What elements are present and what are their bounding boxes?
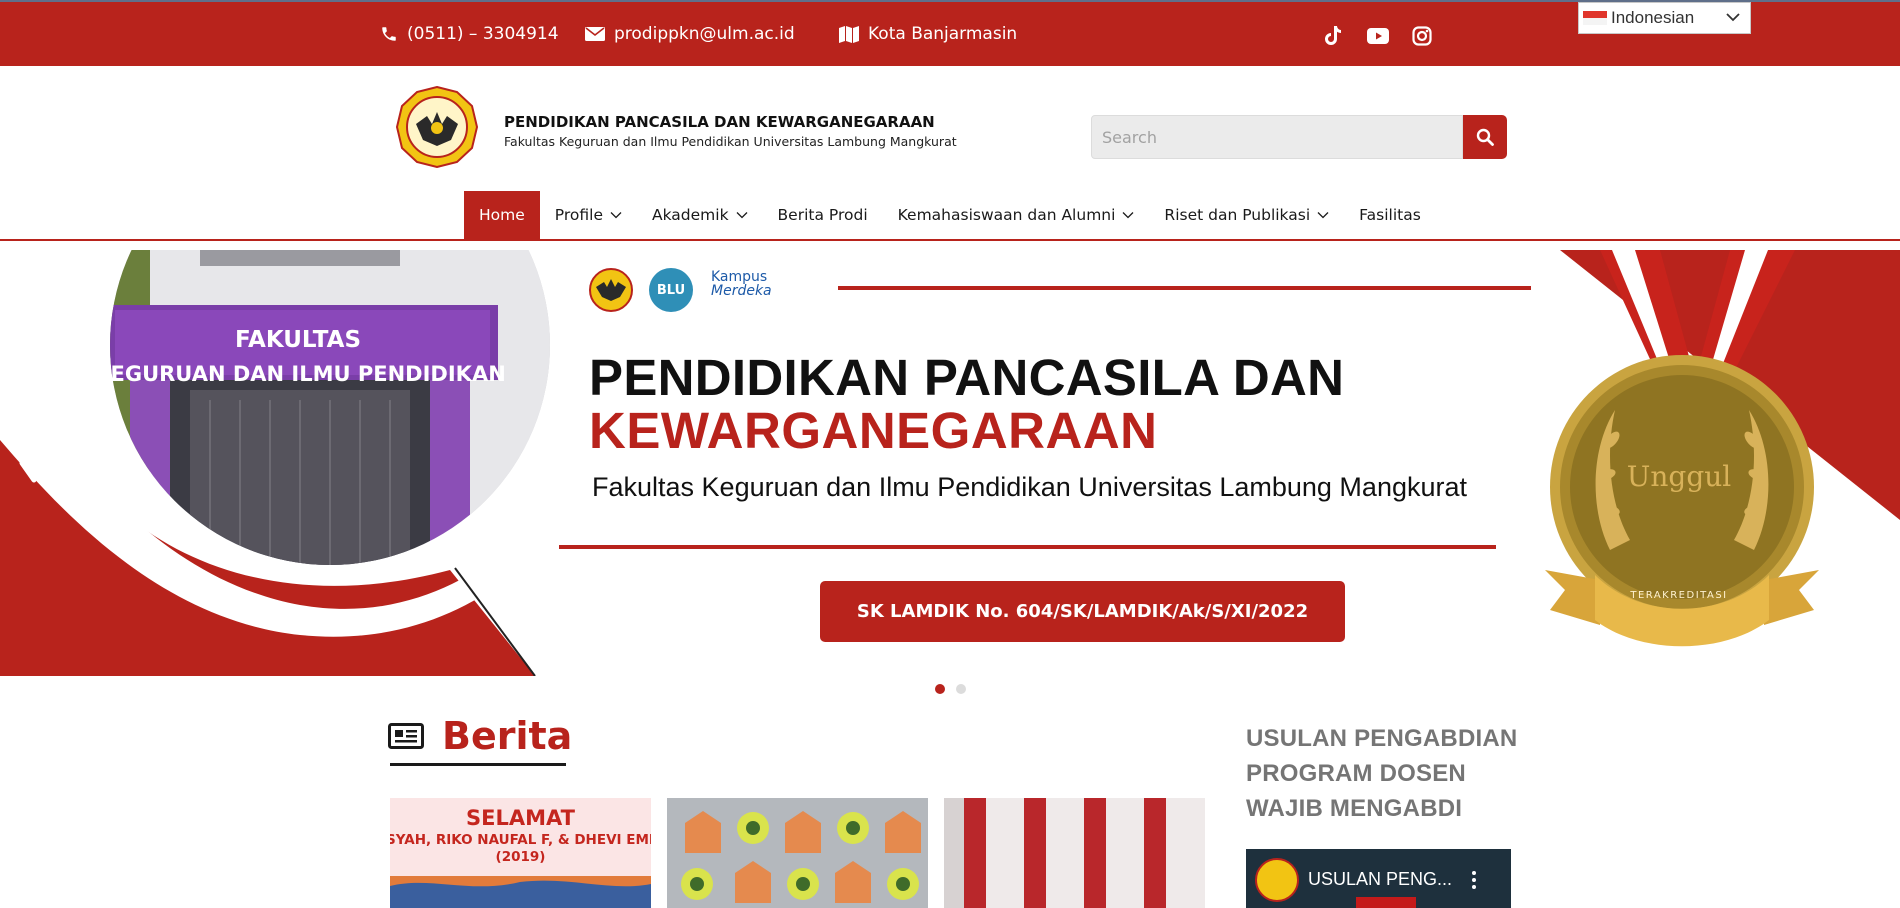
- hero-subtitle: Fakultas Keguruan dan Ilmu Pendidikan Un…: [592, 472, 1467, 502]
- kampus-merdeka-logo: Kampus Merdeka: [711, 270, 781, 298]
- map-icon: [839, 26, 859, 43]
- ulm-logo: [589, 268, 633, 312]
- contact-location[interactable]: Kota Banjarmasin: [839, 22, 1017, 46]
- accreditation-button[interactable]: SK LAMDIK No. 604/SK/LAMDIK/Ak/S/XI/2022: [820, 581, 1345, 642]
- nav-akademik[interactable]: Akademik: [637, 191, 763, 239]
- news-card-1-image: [390, 876, 651, 908]
- nav-divider: [0, 239, 1900, 241]
- page: (0511) – 3304914 prodippkn@ulm.ac.id Kot…: [0, 0, 1900, 908]
- phone-icon: [382, 27, 396, 41]
- tiktok-link[interactable]: [1322, 24, 1346, 48]
- slider-dot-1[interactable]: [935, 684, 945, 694]
- hero-title-line1: PENDIDIKAN PANCASILA DAN: [589, 349, 1345, 406]
- university-logo[interactable]: [396, 86, 478, 168]
- indonesia-flag-icon: [1583, 11, 1607, 25]
- news-header: Berita: [388, 714, 572, 758]
- contact-email[interactable]: prodippkn@ulm.ac.id: [585, 22, 795, 46]
- location-text: Kota Banjarmasin: [868, 24, 1018, 44]
- instagram-link[interactable]: [1410, 24, 1434, 48]
- site-title[interactable]: PENDIDIKAN PANCASILA DAN KEWARGANEGARAAN: [504, 113, 935, 131]
- site-subtitle: Fakultas Keguruan dan Ilmu Pendidikan Un…: [504, 134, 957, 149]
- nav-riset[interactable]: Riset dan Publikasi: [1149, 191, 1344, 239]
- news-card-2[interactable]: [667, 798, 928, 908]
- slider-prev-button[interactable]: [14, 444, 38, 480]
- nav-kemahasiswaan[interactable]: Kemahasiswaan dan Alumni: [883, 191, 1150, 239]
- email-text: prodippkn@ulm.ac.id: [614, 24, 795, 44]
- slider-dots: [935, 684, 966, 694]
- hero-title-line2: KEWARGANEGARAAN: [589, 402, 1158, 459]
- top-bar: (0511) – 3304914 prodippkn@ulm.ac.id Kot…: [0, 0, 1900, 66]
- search-input[interactable]: [1091, 115, 1463, 159]
- nav-berita-prodi[interactable]: Berita Prodi: [763, 191, 883, 239]
- news-title-underline: [390, 763, 566, 766]
- news-card-3[interactable]: [944, 798, 1205, 908]
- phone-text: (0511) – 3304914: [407, 24, 559, 44]
- news-card-1[interactable]: SELAMAT SYAH, RIKO NAUFAL F, & DHEVI EMI…: [390, 798, 651, 908]
- news-card-1-line2: SYAH, RIKO NAUFAL F, & DHEVI EMI: [390, 832, 651, 848]
- nav-riset-label: Riset dan Publikasi: [1164, 206, 1311, 224]
- video-embed[interactable]: USULAN PENG...: [1246, 849, 1511, 908]
- eagle-icon: [596, 279, 626, 301]
- news-card-1-line1: SELAMAT: [466, 806, 575, 830]
- slider-dot-2[interactable]: [956, 684, 966, 694]
- chevron-down-icon: [1726, 13, 1740, 22]
- main-nav: Home Profile Akademik Berita Prodi Kemah…: [464, 191, 1436, 239]
- contact-phone[interactable]: (0511) – 3304914: [380, 22, 559, 46]
- video-title: USULAN PENG...: [1308, 869, 1453, 889]
- nav-kemahasiswaan-label: Kemahasiswaan dan Alumni: [897, 206, 1116, 224]
- merdeka-text: Merdeka: [711, 283, 772, 299]
- nav-fasilitas[interactable]: Fasilitas: [1344, 191, 1436, 239]
- medal-label: Unggul: [1626, 460, 1732, 493]
- medal-ribbon-label: TERAKREDITASI: [1630, 590, 1728, 601]
- nav-berita-prodi-label: Berita Prodi: [777, 206, 868, 224]
- chevron-down-icon: [1317, 212, 1329, 219]
- youtube-link[interactable]: [1366, 24, 1390, 48]
- instagram-icon: [1412, 26, 1432, 46]
- language-select[interactable]: Indonesian: [1578, 2, 1751, 34]
- kampus-text: Kampus: [711, 269, 768, 285]
- language-label: Indonesian: [1611, 8, 1695, 27]
- blu-logo: BLU: [649, 268, 693, 312]
- envelope-icon: [585, 27, 605, 41]
- youtube-icon: [1367, 28, 1389, 44]
- news-card-1-line3: (2019): [495, 849, 546, 865]
- sidebar-title: USULAN PENGABDIAN PROGRAM DOSEN WAJIB ME…: [1246, 725, 1518, 822]
- search-button[interactable]: [1463, 115, 1507, 159]
- nav-akademik-label: Akademik: [651, 206, 729, 224]
- tiktok-icon: [1325, 26, 1341, 45]
- chevron-down-icon: [736, 212, 748, 219]
- nav-profile-label: Profile: [554, 206, 603, 224]
- news-title: Berita: [442, 714, 573, 758]
- nav-home[interactable]: Home: [464, 191, 540, 239]
- nav-fasilitas-label: Fasilitas: [1359, 206, 1421, 224]
- nav-home-label: Home: [479, 206, 525, 224]
- blu-text: BLU: [656, 282, 686, 298]
- hero-slider: FAKULTAS KEGURUAN DAN ILMU PENDIDIKAN BL…: [0, 250, 1900, 676]
- nav-profile[interactable]: Profile: [540, 191, 637, 239]
- chevron-down-icon: [610, 212, 622, 219]
- building-sign-line2: KEGURUAN DAN ILMU PENDIDIKAN: [94, 362, 506, 386]
- search-icon: [1476, 128, 1494, 146]
- newspaper-icon: [388, 723, 424, 749]
- building-sign-line1: FAKULTAS: [235, 327, 361, 353]
- chevron-down-icon: [1122, 212, 1134, 219]
